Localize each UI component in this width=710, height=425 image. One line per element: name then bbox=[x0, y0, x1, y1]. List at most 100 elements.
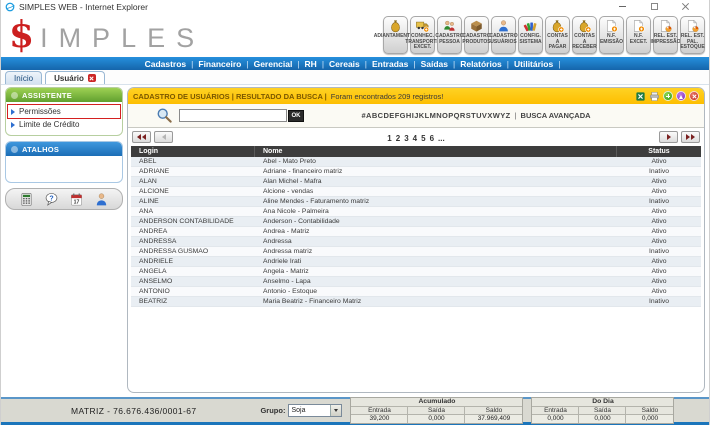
toolbar-button-contas-a-pagar[interactable]: CONTAS A PAGAR bbox=[545, 16, 570, 54]
cell-login: ANSELMO bbox=[131, 278, 255, 285]
next-page-button[interactable] bbox=[659, 131, 678, 143]
menu-item[interactable]: Cadastros bbox=[145, 59, 199, 69]
sidebar-item-permissoes[interactable]: Permissões bbox=[8, 105, 120, 118]
menu-item[interactable]: Relatórios bbox=[460, 59, 514, 69]
table-row[interactable]: ANDRIELE Andriele Irati Ativo bbox=[131, 257, 701, 267]
table-row[interactable]: ANGELA Angela - Matriz Ativo bbox=[131, 267, 701, 277]
page-number-link[interactable]: 5 bbox=[421, 134, 425, 143]
menu-item[interactable]: RH bbox=[305, 59, 330, 69]
user-profile-icon[interactable] bbox=[94, 192, 109, 207]
results-header: CADASTRO DE USUÁRIOS | RESULTADO DA BUSC… bbox=[133, 92, 327, 101]
cell-status: Inativo bbox=[617, 248, 701, 255]
first-page-button[interactable] bbox=[132, 131, 151, 143]
page-number-link[interactable]: 1 bbox=[387, 134, 391, 143]
toolbar-button-contas-a-receber[interactable]: CONTAS A RECEBER bbox=[572, 16, 597, 54]
toolbar-button-cadastro-usuarios[interactable]: CADASTRO USUÁRIOS bbox=[491, 16, 516, 54]
table-row[interactable]: ABEL Abel - Mato Preto Ativo bbox=[131, 157, 701, 167]
menu-item[interactable]: Entradas bbox=[372, 59, 421, 69]
table-row[interactable]: ANA Ana Nicole - Palmeira Ativo bbox=[131, 207, 701, 217]
cell-nome: Andressa matriz bbox=[255, 248, 617, 255]
help-icon[interactable] bbox=[44, 192, 59, 207]
export-excel-icon[interactable] bbox=[635, 91, 646, 102]
menu-item[interactable]: Cereais bbox=[329, 59, 372, 69]
page-number-link[interactable]: ... bbox=[438, 134, 445, 143]
calculator-icon[interactable] bbox=[19, 192, 34, 207]
toolbar-button-config-sistema[interactable]: CONFIG. SISTEMA bbox=[518, 16, 543, 54]
cell-login: ALINE bbox=[131, 198, 255, 205]
export-up-icon[interactable] bbox=[676, 91, 686, 101]
window-controls bbox=[617, 2, 705, 12]
calendar-icon[interactable] bbox=[69, 192, 84, 207]
print-icon[interactable] bbox=[649, 91, 660, 102]
table-row[interactable]: ALINE Aline Mendes - Faturamento matriz … bbox=[131, 197, 701, 207]
cell-status: Inativo bbox=[617, 298, 701, 305]
table-row[interactable]: ALCIONE Alcione - vendas Ativo bbox=[131, 187, 701, 197]
cell-status: Ativo bbox=[617, 268, 701, 275]
maximize-button[interactable] bbox=[649, 2, 659, 12]
page-number-link[interactable]: 3 bbox=[404, 134, 408, 143]
cell-nome: Anselmo - Lapa bbox=[255, 278, 617, 285]
arrow-bullet-icon bbox=[11, 109, 15, 115]
page-number-link[interactable]: 4 bbox=[413, 134, 417, 143]
menu-item[interactable]: Saídas bbox=[421, 59, 461, 69]
table-row[interactable]: ANDERSON CONTABILIDADE Anderson - Contab… bbox=[131, 217, 701, 227]
table-row[interactable]: ANDRESSA Andressa Ativo bbox=[131, 237, 701, 247]
close-tab-icon[interactable] bbox=[88, 74, 96, 82]
cell-login: ANGELA bbox=[131, 268, 255, 275]
col-saida: Saída bbox=[579, 407, 626, 416]
report-pie-icon bbox=[658, 19, 673, 33]
close-panel-icon[interactable] bbox=[689, 91, 699, 101]
close-window-button[interactable] bbox=[681, 2, 691, 12]
tab-inicio[interactable]: Início bbox=[5, 71, 42, 84]
grupo-select[interactable]: Soja bbox=[288, 404, 342, 417]
content-area: ASSISTENTE Permissões Limite de Crédito bbox=[1, 85, 709, 397]
status-bar: MATRIZ - 76.676.436/0001-67 Grupo: Soja … bbox=[1, 397, 709, 425]
minimize-button[interactable] bbox=[617, 2, 627, 12]
table-row[interactable]: ANDRESSA GUSMÃO Andressa matriz Inativo bbox=[131, 247, 701, 257]
toolbar-button-nf-emissao[interactable]: N.F. EMISSÃO bbox=[599, 16, 624, 54]
page-number-link[interactable]: 6 bbox=[430, 134, 434, 143]
table-row[interactable]: ANTONIO Antonio - Estoque Ativo bbox=[131, 287, 701, 297]
internet-explorer-icon bbox=[5, 2, 15, 12]
alphabet-filter[interactable]: #ABCDEFGHIJKLMNOPQRSTUVXWYZ bbox=[361, 111, 510, 120]
product-box-icon bbox=[469, 19, 484, 33]
previous-page-button[interactable] bbox=[154, 131, 173, 143]
table-row[interactable]: BEATRIZ Maria Beatriz - Financeiro Matri… bbox=[131, 297, 701, 307]
table-row[interactable]: ADRIANE Adriane - financeiro matriz Inat… bbox=[131, 167, 701, 177]
col-entrada: Entrada bbox=[532, 407, 579, 416]
cell-status: Ativo bbox=[617, 288, 701, 295]
panel-dot-icon bbox=[11, 146, 18, 153]
sidebar-item-limite-de-credito[interactable]: Limite de Crédito bbox=[8, 118, 120, 131]
advanced-search-link[interactable]: BUSCA AVANÇADA bbox=[521, 111, 591, 120]
menu-item[interactable]: Gerencial bbox=[254, 59, 305, 69]
menu-item[interactable]: Utilitários bbox=[514, 59, 565, 69]
window-title: SIMPLES WEB - Internet Explorer bbox=[19, 2, 148, 12]
toolbar-button-cadastro-pessoa[interactable]: CADASTRO PESSOA bbox=[437, 16, 462, 54]
toolbar-button-cadastro-produtos[interactable]: CADASTRO PRODUTOS bbox=[464, 16, 489, 54]
cell-nome: Andressa bbox=[255, 238, 617, 245]
cell-login: ANTONIO bbox=[131, 288, 255, 295]
cell-login: ANDERSON CONTABILIDADE bbox=[131, 218, 255, 225]
toolbar-button-rel-est-impressao[interactable]: REL. EST. IMPRESSÃO bbox=[653, 16, 678, 54]
dodia-saldo: 0,000 bbox=[626, 415, 673, 423]
cell-login: ANDREA bbox=[131, 228, 255, 235]
table-row[interactable]: ANDREA Andrea - Matriz Ativo bbox=[131, 227, 701, 237]
search-input[interactable] bbox=[179, 109, 287, 122]
document-plus-icon bbox=[631, 19, 646, 33]
add-record-icon[interactable] bbox=[663, 91, 673, 101]
dodia-saida: 0,000 bbox=[579, 415, 626, 423]
cell-nome: Ana Nicole - Palmeira bbox=[255, 208, 617, 215]
search-ok-button[interactable]: OK bbox=[288, 110, 304, 122]
toolbar-button-nf-excet[interactable]: N.F. EXCET. bbox=[626, 16, 651, 54]
toolbar-button-rel-est-estoque[interactable]: REL. EST. PAL. ESTOQUE bbox=[680, 16, 705, 54]
table-row[interactable]: ANSELMO Anselmo - Lapa Ativo bbox=[131, 277, 701, 287]
dropdown-arrow-icon[interactable] bbox=[330, 405, 341, 416]
menu-item[interactable]: Financeiro bbox=[198, 59, 253, 69]
dodia-title: Do Dia bbox=[532, 398, 673, 407]
tab-usuario[interactable]: Usuário bbox=[45, 71, 105, 84]
last-page-button[interactable] bbox=[681, 131, 700, 143]
column-header-status: Status bbox=[617, 146, 701, 157]
toolbar-button-conhec-transporte[interactable]: CONHEC. TRANSPORTE EXCET. bbox=[410, 16, 435, 54]
table-row[interactable]: ALAN Alan Michel - Mafra Ativo bbox=[131, 177, 701, 187]
page-number-link[interactable]: 2 bbox=[396, 134, 400, 143]
